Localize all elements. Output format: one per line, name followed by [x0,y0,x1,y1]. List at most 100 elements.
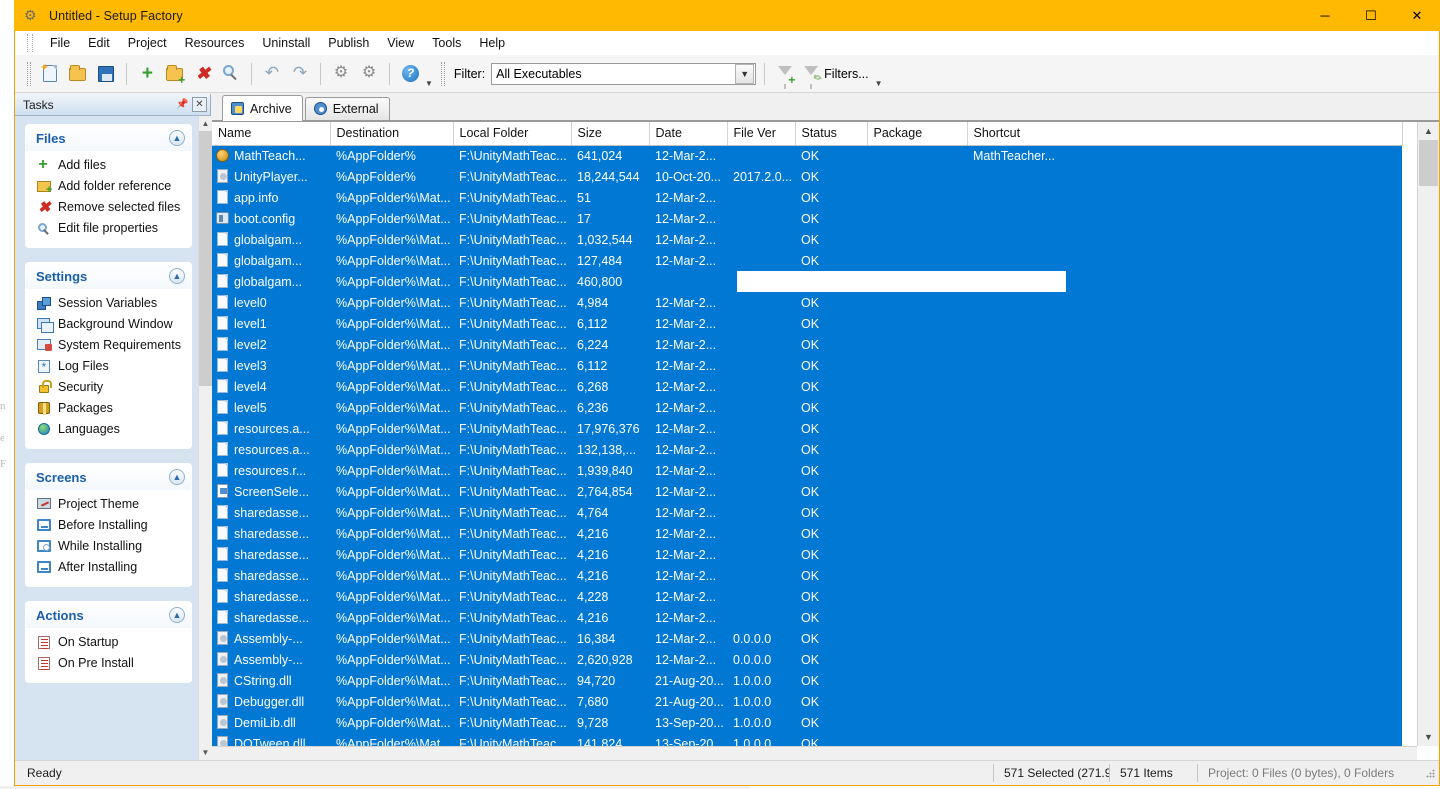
table-row[interactable]: Debugger.dll %AppFolder%\Mat... F:\UnityMa… [212,691,1402,712]
close-button[interactable]: ✕ [1394,0,1440,31]
table-row[interactable]: sharedasse... %AppFolder%\Mat... F:\UnityM… [212,502,1402,523]
table-row[interactable]: sharedasse... %AppFolder%\Mat... F:\UnityM… [212,523,1402,544]
task-log-files[interactable]: Log Files [26,356,191,377]
filters-overflow-icon[interactable]: ▼ [875,79,883,92]
table-row[interactable]: DOTween.dll %AppFolder%\Mat... F:\UnityMat… [212,733,1402,746]
scroll-down-arrow-icon[interactable]: ▼ [199,745,212,760]
menu-publish[interactable]: Publish [319,33,378,53]
task-before-installing[interactable]: Before Installing [26,515,191,536]
tab-archive[interactable]: Archive [222,95,303,121]
menu-project[interactable]: Project [119,33,176,53]
table-row[interactable]: UnityPlayer... %AppFolder% F:\UnityMathTea… [212,166,1402,187]
build-button[interactable]: ⚙ [327,60,355,88]
redo-button[interactable]: ↷ [286,60,314,88]
task-security[interactable]: Security [26,377,191,398]
task-remove-selected-files[interactable]: ✖ Remove selected files [26,197,191,218]
chevron-up-icon[interactable]: ▲ [169,268,185,284]
task-languages[interactable]: Languages [26,419,191,440]
chevron-up-icon[interactable]: ▲ [169,607,185,623]
new-project-button[interactable]: ✦ [36,60,64,88]
column-header-destination[interactable]: Destination [330,122,454,146]
add-filter-button[interactable]: + [771,60,799,89]
toolbar-drag-grip[interactable] [27,61,31,86]
scrollbar-thumb[interactable] [199,131,212,386]
table-row[interactable]: sharedasse... %AppFolder%\Mat... F:\UnityM… [212,565,1402,586]
chevron-up-icon[interactable]: ▲ [169,469,185,485]
table-row[interactable]: Assembly-... %AppFolder%\Mat... F:\UnityMa… [212,649,1402,670]
task-group-header[interactable]: Settings ▲ [26,263,191,289]
table-row[interactable]: resources.r... %AppFolder%\Mat... F:\Unity… [212,460,1402,481]
help-button[interactable]: ? [396,60,424,88]
toolbar-overflow-icon[interactable]: ▼ [425,79,433,92]
add-folder-button[interactable]: + [161,60,189,88]
grid-horizontal-scrollbar[interactable] [212,746,1417,760]
resize-grip-icon[interactable] [1423,766,1437,780]
auto-hide-pin-icon[interactable]: 📌 [175,97,190,112]
menu-help[interactable]: Help [470,33,514,53]
column-header-name[interactable]: Name [212,122,331,146]
task-session-variables[interactable]: Session Variables [26,293,191,314]
menu-tools[interactable]: Tools [423,33,470,53]
maximize-button[interactable]: ☐ [1348,0,1394,31]
task-after-installing[interactable]: After Installing [26,557,191,578]
column-header-size[interactable]: Size [571,122,650,146]
column-header-status[interactable]: Status [795,122,868,146]
task-background-window[interactable]: Background Window [26,314,191,335]
table-row[interactable]: globalgam... %AppFolder%\Mat... F:\UnityMa… [212,250,1402,271]
table-row[interactable]: level5 %AppFolder%\Mat... F:\UnityMathTeac… [212,397,1402,418]
column-header-shortcut[interactable]: Shortcut [967,122,1403,146]
grid-vertical-scrollbar[interactable]: ▲ ▼ [1417,122,1439,746]
column-header-file-ver[interactable]: File Ver [727,122,796,146]
table-row[interactable]: sharedasse... %AppFolder%\Mat... F:\UnityM… [212,544,1402,565]
table-row[interactable]: globalgam... %AppFolder%\Mat... F:\UnityMa… [212,229,1402,250]
tasks-panel-scrollbar[interactable]: ▲ ▼ [198,116,212,760]
task-packages[interactable]: Packages [26,398,191,419]
chevron-down-icon[interactable]: ▼ [735,63,755,84]
menu-file[interactable]: File [41,33,79,53]
edit-filters-button[interactable]: ✎ [799,60,825,89]
menu-drag-grip[interactable] [27,34,33,52]
column-header-package[interactable]: Package [867,122,968,146]
table-row[interactable]: Assembly-... %AppFolder%\Mat... F:\UnityMa… [212,628,1402,649]
scroll-up-arrow-icon[interactable]: ▲ [199,116,212,131]
chevron-up-icon[interactable]: ▲ [169,130,185,146]
table-row[interactable]: sharedasse... %AppFolder%\Mat... F:\UnityM… [212,607,1402,628]
menu-edit[interactable]: Edit [79,33,119,53]
table-row[interactable]: level0 %AppFolder%\Mat... F:\UnityMathTeac… [212,292,1402,313]
build-settings-button[interactable]: ⚙ [355,60,383,88]
table-row[interactable]: ScreenSele... %AppFolder%\Mat... F:\UnityM… [212,481,1402,502]
table-row[interactable]: level4 %AppFolder%\Mat... F:\UnityMathTeac… [212,376,1402,397]
table-row[interactable]: sharedasse... %AppFolder%\Mat... F:\UnityM… [212,586,1402,607]
remove-files-button[interactable]: ✖ [189,60,217,88]
menu-resources[interactable]: Resources [176,33,254,53]
task-project-theme[interactable]: Project Theme [26,494,191,515]
close-panel-icon[interactable]: ✕ [192,97,207,112]
table-row[interactable]: MathTeach... %AppFolder% F:\UnityMathTeac.… [212,145,1402,166]
task-group-header[interactable]: Files ▲ [26,125,191,151]
task-on-startup[interactable]: On Startup [26,632,191,653]
column-header-local-folder[interactable]: Local Folder [453,122,572,146]
task-group-header[interactable]: Screens ▲ [26,464,191,490]
table-row[interactable]: boot.config %AppFolder%\Mat... F:\UnityMat… [212,208,1402,229]
minimize-button[interactable]: ─ [1302,0,1348,31]
table-row[interactable]: resources.a... %AppFolder%\Mat... F:\Unity… [212,418,1402,439]
tab-external[interactable]: External [304,97,390,120]
filter-combobox[interactable]: All Executables ▼ [491,62,757,85]
task-on-pre-install[interactable]: On Pre Install [26,653,191,674]
table-row[interactable]: level1 %AppFolder%\Mat... F:\UnityMathTeac… [212,313,1402,334]
add-files-button[interactable]: + [133,60,161,88]
task-group-header[interactable]: Actions ▲ [26,602,191,628]
task-add-folder-reference[interactable]: Add folder reference [26,176,191,197]
table-row[interactable]: DemiLib.dll %AppFolder%\Mat... F:\UnityMat… [212,712,1402,733]
task-system-requirements[interactable]: System Requirements [26,335,191,356]
table-row[interactable]: level2 %AppFolder%\Mat... F:\UnityMathTeac… [212,334,1402,355]
task-while-installing[interactable]: While Installing [26,536,191,557]
table-row[interactable]: resources.a... %AppFolder%\Mat... F:\Unity… [212,439,1402,460]
menu-view[interactable]: View [378,33,423,53]
table-row[interactable]: app.info %AppFolder%\Mat... F:\UnityMathTe… [212,187,1402,208]
task-add-files[interactable]: + Add files [26,155,191,176]
column-header-date[interactable]: Date [649,122,728,146]
open-project-button[interactable] [64,60,92,88]
save-project-button[interactable] [92,60,120,88]
table-row[interactable]: CString.dll %AppFolder%\Mat... F:\UnityMat… [212,670,1402,691]
